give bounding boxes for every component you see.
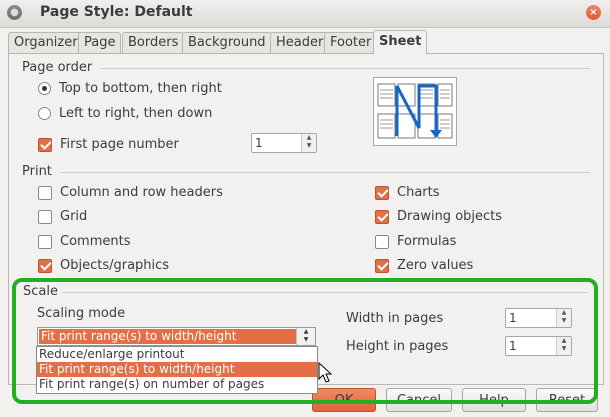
radio-top-to-bottom[interactable]: Top to bottom, then right — [38, 81, 222, 96]
checkbox[interactable] — [375, 234, 389, 249]
height-in-pages-field[interactable]: 1 ▲ ▼ — [505, 336, 572, 356]
spin-arrows-icon[interactable]: ▲ ▼ — [301, 134, 316, 152]
print-option-comments[interactable]: Comments — [38, 234, 130, 249]
radio-left-to-right[interactable]: Left to right, then down — [38, 106, 212, 121]
checkbox-label: Comments — [60, 234, 131, 249]
tab-organizer[interactable]: Organizer — [8, 32, 84, 53]
scaling-mode-label: Scaling mode — [37, 306, 126, 321]
option-fit-width-height[interactable]: Fit print range(s) to width/height — [37, 362, 317, 377]
help-button[interactable]: Help — [462, 388, 526, 412]
checkbox-label: Zero values — [397, 258, 474, 273]
print-option-drawing-objects[interactable]: Drawing objects — [375, 209, 502, 224]
checkbox-label: Grid — [60, 209, 88, 224]
page-order-heading: Page order — [22, 60, 93, 75]
width-in-pages-label: Width in pages — [346, 311, 444, 326]
print-heading: Print — [22, 164, 52, 179]
tab-borders[interactable]: Borders — [122, 32, 185, 53]
tab-background[interactable]: Background — [182, 32, 272, 53]
close-icon[interactable]: × — [586, 5, 601, 20]
option-fit-number-of-pages[interactable]: Fit print range(s) on number of pages — [37, 377, 317, 392]
close-window-icon[interactable]: ● — [7, 5, 22, 20]
checkbox[interactable] — [38, 209, 52, 224]
first-page-number-label: First page number — [60, 137, 179, 152]
reset-button[interactable]: Reset — [536, 388, 598, 412]
page-order-preview — [373, 77, 457, 146]
checkbox[interactable] — [375, 209, 389, 224]
ok-button[interactable]: OK — [312, 388, 376, 412]
window-title: Page Style: Default — [40, 4, 193, 20]
checkbox-label: Column and row headers — [60, 185, 223, 200]
print-option-grid[interactable]: Grid — [38, 209, 87, 224]
height-in-pages-value[interactable]: 1 — [506, 339, 556, 353]
first-page-number-field[interactable]: 1 ▲ ▼ — [251, 133, 317, 153]
dropdown-arrows-icon[interactable]: ▲ ▼ — [296, 328, 315, 345]
first-page-number-value[interactable]: 1 — [252, 136, 301, 150]
print-option-zero-values[interactable]: Zero values — [375, 258, 473, 273]
scaling-mode-selected-value: Fit print range(s) to width/height — [39, 329, 297, 344]
page-order-divider — [100, 68, 590, 69]
print-option-charts[interactable]: Charts — [375, 185, 440, 200]
option-reduce-enlarge[interactable]: Reduce/enlarge printout — [37, 347, 317, 362]
checkbox[interactable] — [375, 258, 389, 273]
radio-label: Left to right, then down — [59, 106, 213, 121]
radio-button[interactable] — [38, 82, 51, 95]
page-order-diagram-icon — [377, 83, 453, 139]
checkbox[interactable] — [38, 185, 52, 200]
radio-button[interactable] — [38, 107, 51, 120]
title-bar: ● Page Style: Default × — [0, 0, 610, 28]
print-divider — [60, 172, 590, 173]
tab-header[interactable]: Header — [270, 32, 330, 53]
print-option-formulas[interactable]: Formulas — [375, 234, 456, 249]
first-page-number-checkbox[interactable] — [38, 137, 52, 152]
print-option-objects-graphics[interactable]: Objects/graphics — [38, 258, 169, 273]
spin-arrows-icon[interactable]: ▲ ▼ — [556, 337, 571, 355]
first-page-number-option[interactable]: First page number — [38, 137, 179, 152]
tab-footer[interactable]: Footer — [324, 32, 378, 53]
checkbox-label: Drawing objects — [397, 209, 503, 224]
checkbox[interactable] — [375, 185, 389, 200]
checkbox[interactable] — [38, 234, 52, 249]
tab-page[interactable]: Page — [78, 32, 122, 53]
checkbox-label: Formulas — [397, 234, 457, 249]
checkbox-label: Objects/graphics — [60, 258, 170, 273]
scaling-mode-dropdown-list: Reduce/enlarge printout Fit print range(… — [36, 346, 318, 394]
scale-heading: Scale — [23, 284, 58, 299]
scaling-mode-select[interactable]: Fit print range(s) to width/height ▲ ▼ — [37, 327, 316, 346]
radio-label: Top to bottom, then right — [59, 81, 222, 96]
width-in-pages-value[interactable]: 1 — [506, 311, 556, 325]
cancel-button[interactable]: Cancel — [386, 388, 452, 412]
print-option-column-row-headers[interactable]: Column and row headers — [38, 185, 223, 200]
height-in-pages-label: Height in pages — [346, 339, 449, 354]
tab-sheet[interactable]: Sheet — [373, 30, 428, 54]
checkbox[interactable] — [38, 258, 52, 273]
mouse-pointer-icon — [318, 362, 332, 383]
width-in-pages-field[interactable]: 1 ▲ ▼ — [505, 308, 572, 328]
scale-divider — [62, 292, 588, 293]
spin-arrows-icon[interactable]: ▲ ▼ — [556, 309, 571, 327]
checkbox-label: Charts — [397, 185, 440, 200]
